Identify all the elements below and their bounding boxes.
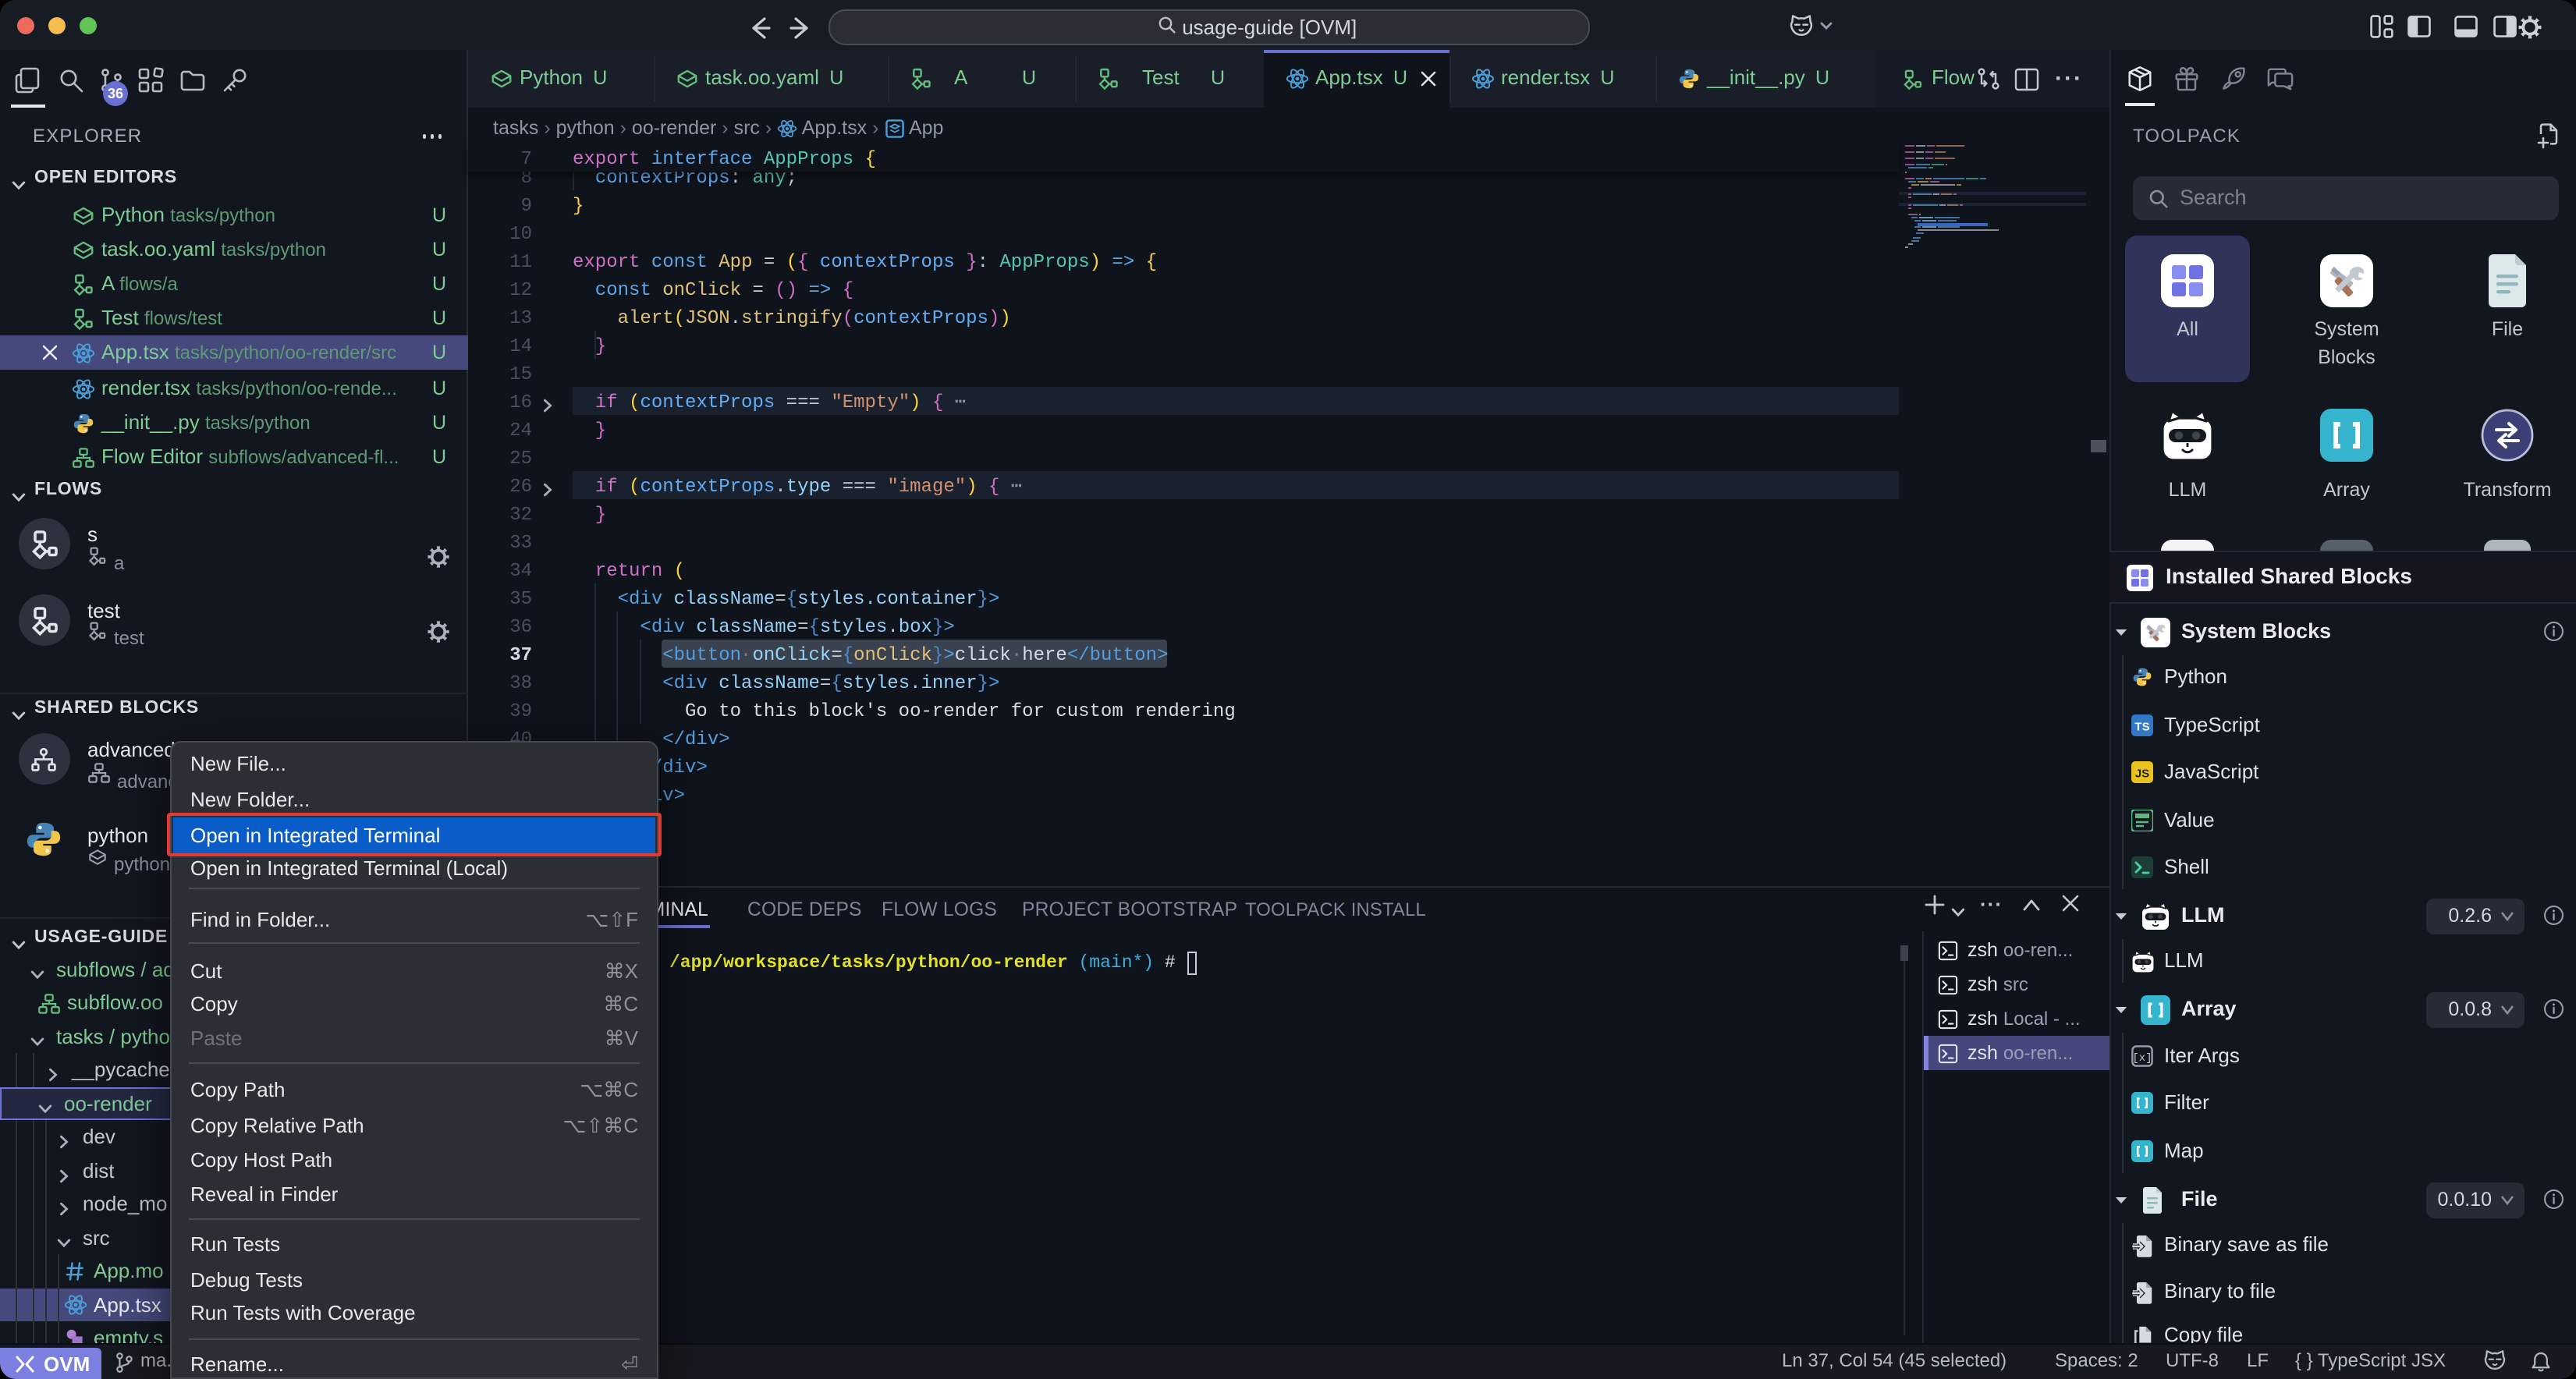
- svg-text:[x]: [x]: [2132, 1051, 2152, 1064]
- svg-text:JS: JS: [2135, 766, 2149, 779]
- svg-text:TS: TS: [2134, 719, 2149, 732]
